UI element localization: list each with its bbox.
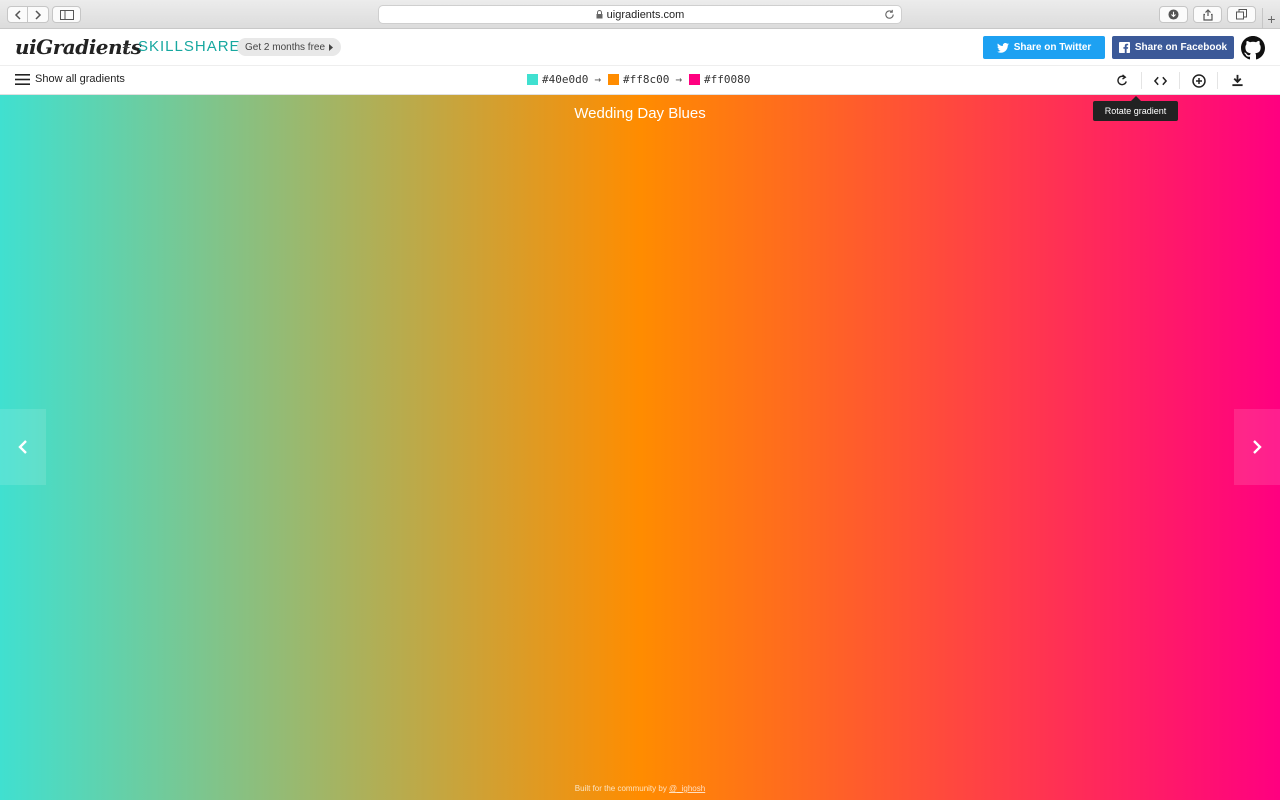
- get-css-button[interactable]: [1142, 72, 1180, 89]
- show-all-label: Show all gradients: [35, 73, 125, 85]
- add-gradient-button[interactable]: [1180, 72, 1218, 89]
- color-swatch-3: [688, 74, 700, 85]
- twitter-label: Share on Twitter: [1013, 42, 1092, 53]
- browser-sidebar-button[interactable]: [52, 6, 81, 23]
- tabs-icon: [1236, 9, 1247, 20]
- gradient-preview: Wedding Day Blues Built for the communit…: [0, 95, 1280, 800]
- color-hex-1[interactable]: #40e0d0: [542, 73, 588, 86]
- promo-badge[interactable]: Get 2 months free: [237, 38, 342, 56]
- arrow-right-icon: →: [594, 73, 601, 86]
- github-icon[interactable]: [1241, 36, 1265, 60]
- lock-icon: [596, 10, 603, 19]
- previous-gradient-button[interactable]: [0, 409, 46, 485]
- facebook-label: Share on Facebook: [1134, 42, 1228, 53]
- new-tab-button[interactable]: +: [1262, 8, 1280, 29]
- code-icon: [1154, 76, 1167, 85]
- download-circle-icon: [1168, 9, 1179, 20]
- browser-forward-button[interactable]: [28, 6, 49, 23]
- color-swatch-1: [527, 74, 538, 85]
- color-hex-2[interactable]: #ff8c00: [623, 73, 669, 86]
- chevron-right-icon: [35, 9, 42, 20]
- facebook-icon: [1118, 42, 1130, 53]
- next-gradient-button[interactable]: [1234, 409, 1280, 485]
- downloads-button[interactable]: [1159, 6, 1188, 23]
- promo-label: Get 2 months free: [245, 41, 326, 53]
- chevron-left-icon: [14, 9, 21, 20]
- caret-right-icon: [329, 43, 334, 51]
- url-bar[interactable]: uigradients.com: [378, 5, 902, 24]
- download-gradient-button[interactable]: [1218, 72, 1256, 89]
- gradient-colors: #40e0d0 → #ff8c00 → #ff0080: [527, 73, 750, 86]
- rotate-icon: [1117, 74, 1127, 86]
- browser-chrome: uigradients.com +: [0, 0, 1280, 29]
- gradient-toolbar: Show all gradients #40e0d0 → #ff8c00 → #…: [0, 66, 1280, 95]
- rotate-gradient-button[interactable]: [1104, 72, 1142, 89]
- arrow-right-icon: →: [675, 73, 682, 86]
- url-text: uigradients.com: [606, 8, 685, 21]
- share-icon: [1202, 8, 1213, 21]
- chevron-left-icon: [18, 440, 27, 454]
- site-header: uiGradients + SKILLSHARE Get 2 months fr…: [0, 29, 1280, 66]
- rotate-tooltip: Rotate gradient: [1093, 96, 1178, 121]
- download-icon: [1231, 74, 1243, 87]
- show-all-gradients-button[interactable]: Show all gradients: [15, 73, 125, 85]
- chevron-right-icon: [1253, 440, 1262, 454]
- partner-logo[interactable]: SKILLSHARE: [138, 38, 241, 55]
- share-button[interactable]: [1193, 6, 1222, 23]
- page-footer: Built for the community by @_ighosh: [0, 784, 1280, 793]
- logo-plus: +: [122, 39, 131, 55]
- plus-icon: +: [1267, 10, 1276, 27]
- tabs-button[interactable]: [1227, 6, 1256, 23]
- share-facebook-button[interactable]: Share on Facebook: [1112, 36, 1234, 59]
- add-icon: [1191, 73, 1206, 88]
- menu-icon: [15, 73, 30, 85]
- browser-nav-group: [7, 6, 49, 23]
- color-swatch-2: [607, 74, 619, 85]
- color-hex-3[interactable]: #ff0080: [704, 73, 750, 86]
- share-twitter-button[interactable]: Share on Twitter: [983, 36, 1105, 59]
- toolbar-tools: [1104, 72, 1256, 89]
- browser-back-button[interactable]: [7, 6, 28, 23]
- reload-icon[interactable]: [884, 9, 895, 20]
- twitter-icon: [996, 42, 1009, 53]
- gradient-name: Wedding Day Blues: [574, 105, 706, 122]
- footer-author-link[interactable]: @_ighosh: [669, 784, 705, 793]
- sidebar-icon: [59, 9, 74, 20]
- footer-text: Built for the community by: [574, 784, 670, 793]
